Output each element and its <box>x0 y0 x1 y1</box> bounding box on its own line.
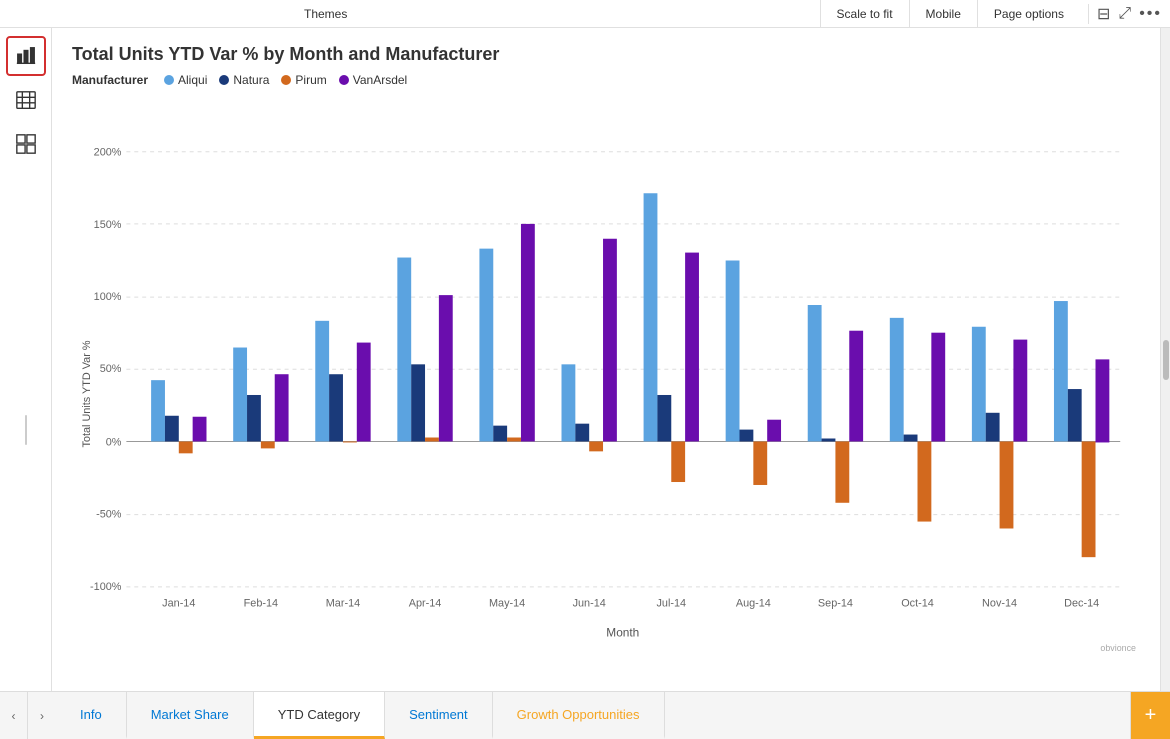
chart-legend: Manufacturer Aliqui Natura Pirum VanArsd… <box>72 73 1140 87</box>
svg-text:50%: 50% <box>100 363 122 375</box>
top-toolbar: Themes Scale to fit Mobile Page options … <box>0 0 1170 28</box>
svg-text:200%: 200% <box>94 147 122 159</box>
vanarsdel-dot <box>339 75 349 85</box>
more-options-icon[interactable]: ••• <box>1139 5 1162 23</box>
legend-item-natura: Natura <box>219 73 269 87</box>
tab-add-button[interactable]: + <box>1130 692 1170 739</box>
bottom-tabs: ‹ › Info Market Share YTD Category Senti… <box>0 691 1170 739</box>
mobile-button[interactable]: Mobile <box>909 0 977 27</box>
tab-market-share[interactable]: Market Share <box>127 692 254 739</box>
svg-text:-50%: -50% <box>96 509 122 521</box>
svg-text:Month: Month <box>606 625 639 639</box>
svg-text:100%: 100% <box>94 291 122 303</box>
sidebar-table-icon[interactable] <box>6 80 46 120</box>
svg-text:Feb-14: Feb-14 <box>244 598 278 610</box>
sidebar-matrix-icon[interactable] <box>6 124 46 164</box>
scroll-thumb[interactable] <box>1163 340 1169 380</box>
tab-ytd-category[interactable]: YTD Category <box>254 692 385 739</box>
svg-text:150%: 150% <box>94 219 122 231</box>
svg-text:Jun-14: Jun-14 <box>573 598 606 610</box>
svg-text:Nov-14: Nov-14 <box>982 598 1017 610</box>
legend-pirum-text: Pirum <box>295 73 326 87</box>
svg-text:Aug-14: Aug-14 <box>736 598 771 610</box>
svg-text:obvionce: obvionce <box>1100 643 1136 653</box>
svg-text:-100%: -100% <box>90 581 122 593</box>
chart-title: Total Units YTD Var % by Month and Manuf… <box>72 44 1140 65</box>
themes-button[interactable]: Themes <box>288 0 363 27</box>
tab-next-button[interactable]: › <box>28 692 56 739</box>
svg-text:Sep-14: Sep-14 <box>818 598 853 610</box>
tab-info[interactable]: Info <box>56 692 127 739</box>
tab-prev-button[interactable]: ‹ <box>0 692 28 739</box>
legend-label: Manufacturer <box>72 73 148 87</box>
tab-growth-opportunities[interactable]: Growth Opportunities <box>493 692 665 739</box>
svg-text:0%: 0% <box>106 436 122 448</box>
svg-text:Dec-14: Dec-14 <box>1064 598 1099 610</box>
filter-icon[interactable]: ⊟ <box>1097 4 1110 24</box>
scale-to-fit-button[interactable]: Scale to fit <box>820 0 909 27</box>
aliqui-dot <box>164 75 174 85</box>
legend-aliqui-text: Aliqui <box>178 73 207 87</box>
tab-sentiment[interactable]: Sentiment <box>385 692 493 739</box>
svg-text:Mar-14: Mar-14 <box>326 598 360 610</box>
chart-svg-wrapper: Total Units YTD Var % <box>72 97 1140 691</box>
svg-text:Oct-14: Oct-14 <box>901 598 934 610</box>
y-axis-label: Total Units YTD Var % <box>81 340 93 447</box>
legend-item-aliqui: Aliqui <box>164 73 207 87</box>
svg-text:May-14: May-14 <box>489 598 525 610</box>
right-scrollbar[interactable] <box>1160 28 1170 691</box>
legend-vanarsdel-text: VanArsdel <box>353 73 407 87</box>
chart-area-wrapper: Total Units YTD Var % by Month and Manuf… <box>52 28 1170 691</box>
sidebar <box>0 28 52 691</box>
drag-handle <box>25 415 27 445</box>
svg-text:Jul-14: Jul-14 <box>656 598 686 610</box>
svg-text:Apr-14: Apr-14 <box>409 598 442 610</box>
legend-natura-text: Natura <box>233 73 269 87</box>
natura-dot <box>219 75 229 85</box>
legend-item-vanarsdel: VanArsdel <box>339 73 407 87</box>
page-options-button[interactable]: Page options <box>977 0 1080 27</box>
focus-icon[interactable]: ⤢ <box>1118 5 1131 23</box>
main-area: Total Units YTD Var % by Month and Manuf… <box>0 28 1170 691</box>
main-chart-svg: Total Units YTD Var % <box>72 97 1140 691</box>
legend-item-pirum: Pirum <box>281 73 326 87</box>
pirum-dot <box>281 75 291 85</box>
svg-text:Jan-14: Jan-14 <box>162 598 195 610</box>
chart-container: Total Units YTD Var % by Month and Manuf… <box>52 28 1160 691</box>
sidebar-barchart-icon[interactable] <box>6 36 46 76</box>
